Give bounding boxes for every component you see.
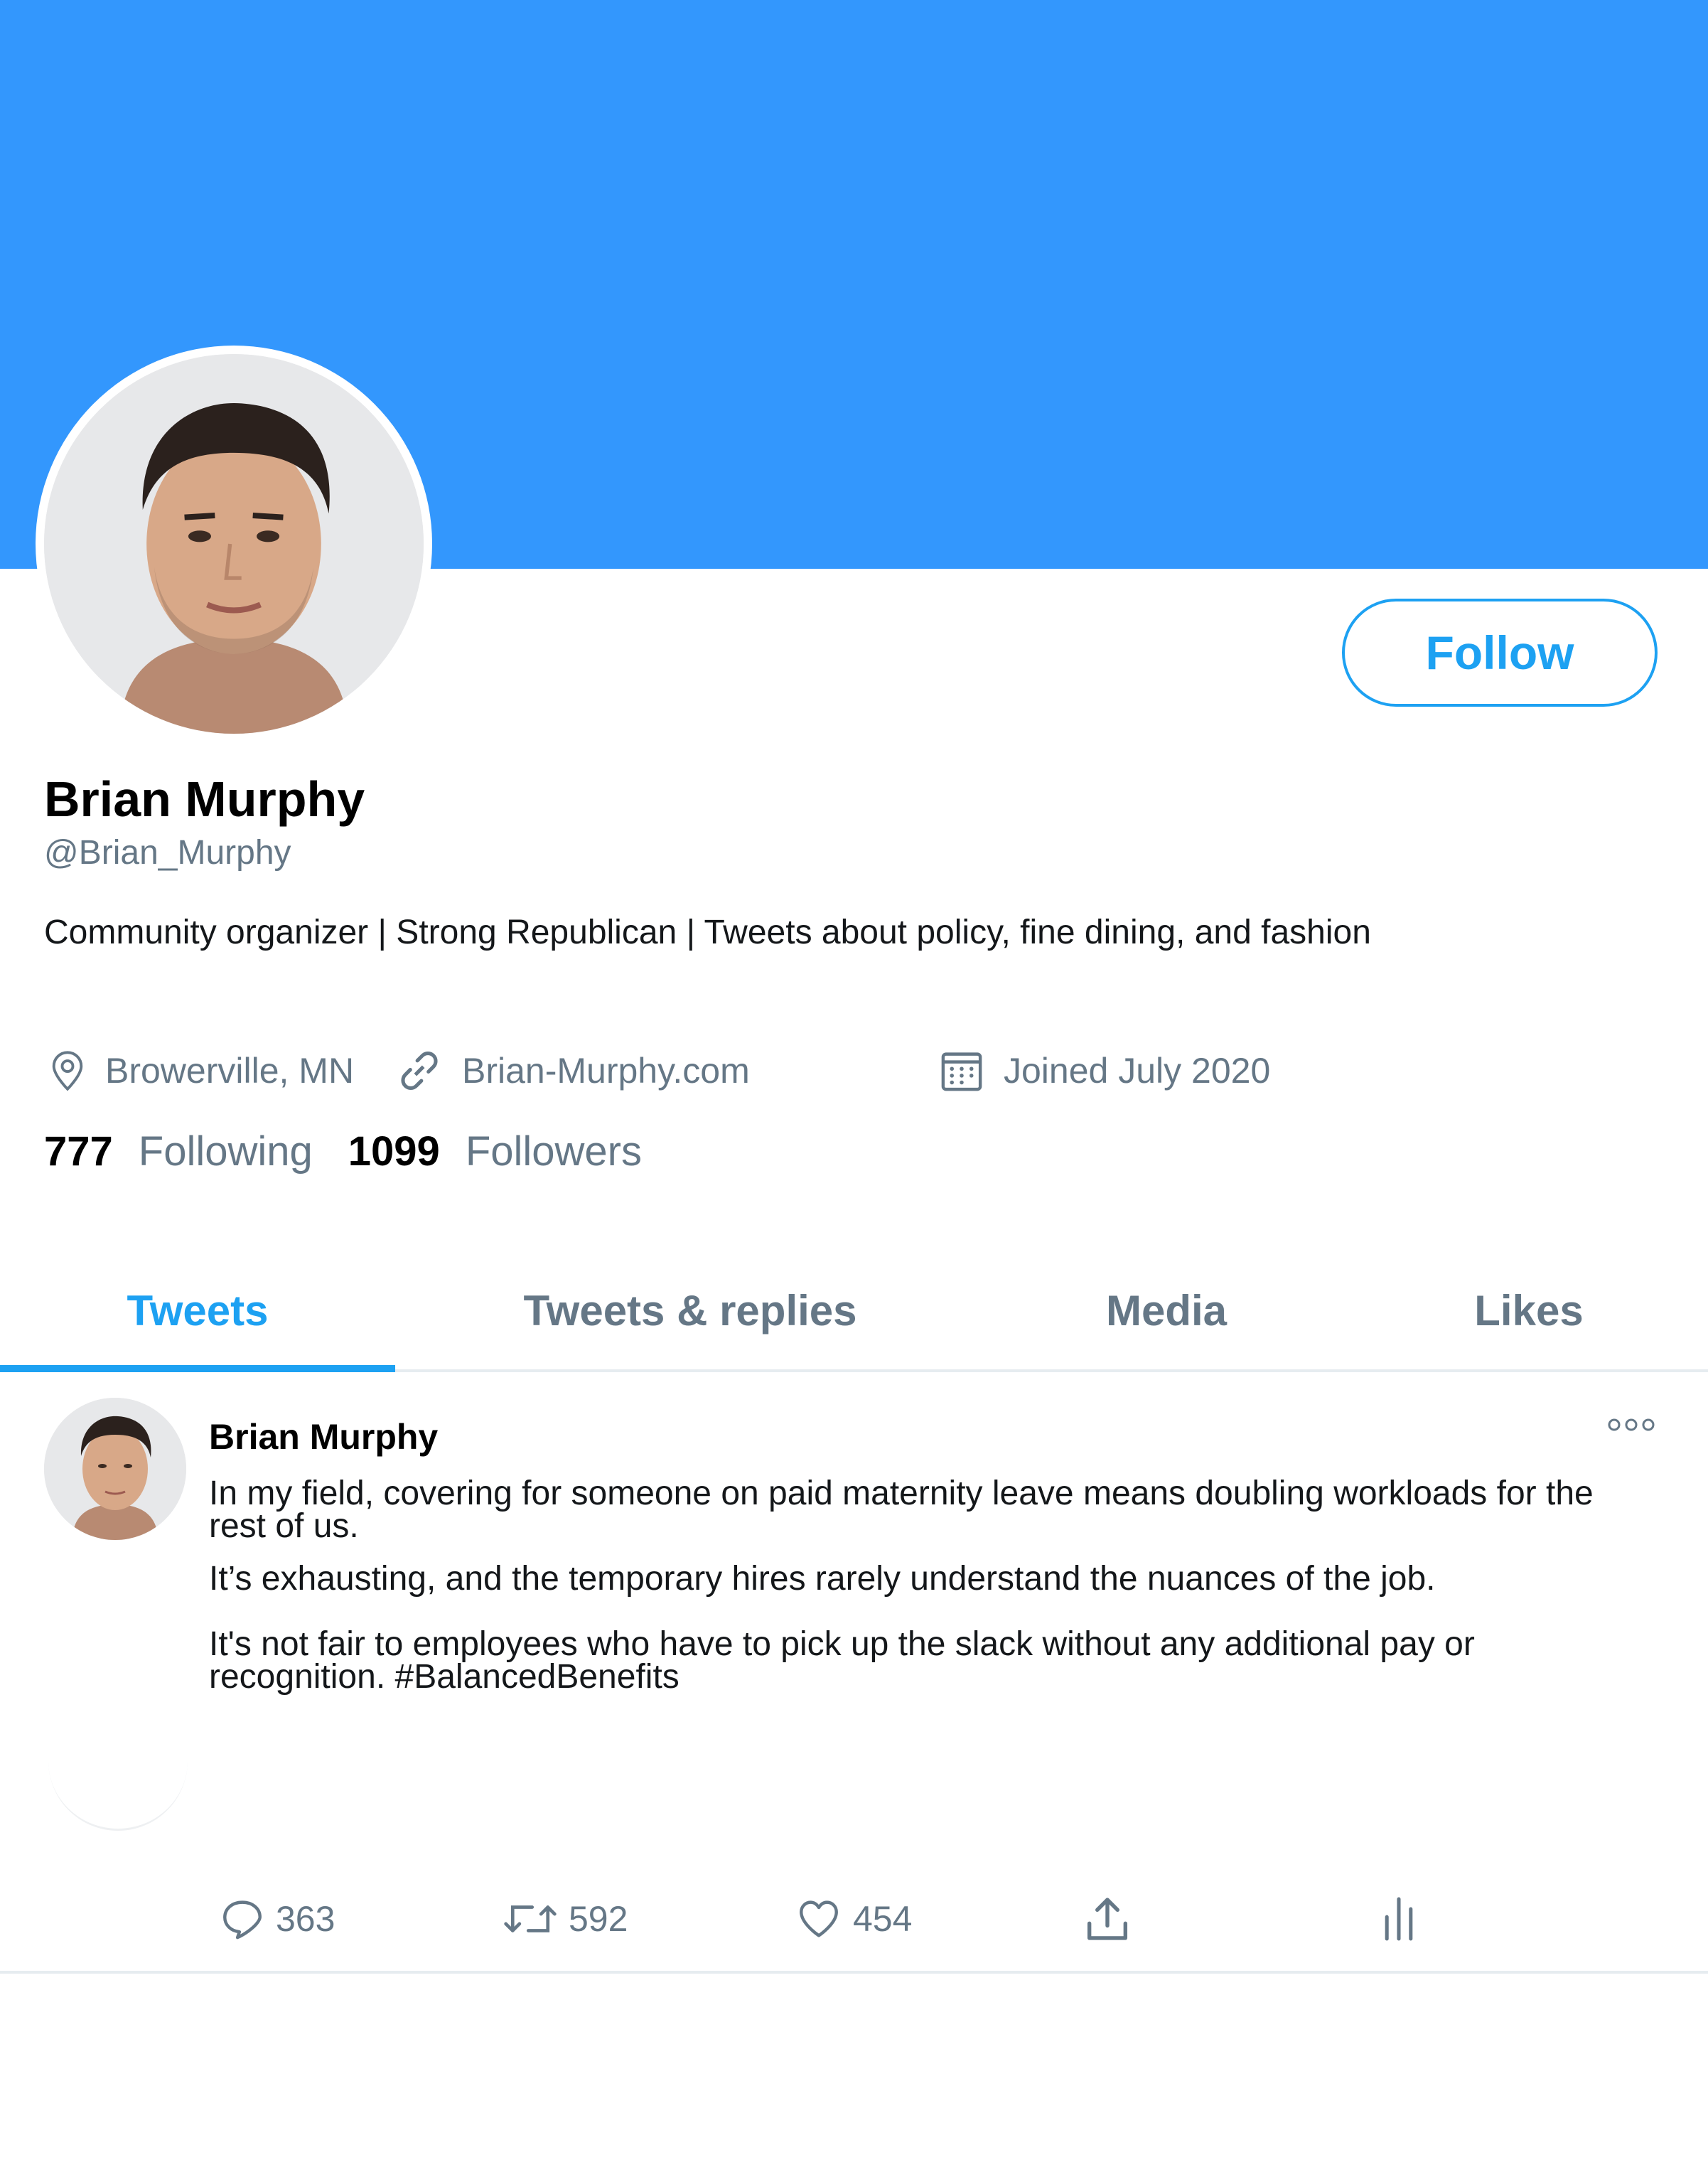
profile-bio: Community organizer | Strong Republican … [44, 914, 1371, 951]
follow-button[interactable]: Follow [1342, 599, 1658, 707]
avatar-photo [44, 354, 424, 734]
profile-joined: Joined July 2020 [938, 1042, 1270, 1099]
avatar-illustration [44, 354, 424, 734]
analytics-icon [1385, 1897, 1413, 1941]
profile-stats: 777 Following 1099 Followers [44, 1128, 677, 1175]
website-link[interactable]: Brian-Murphy.com [462, 1050, 750, 1091]
location-text: Browerville, MN [105, 1051, 355, 1091]
tab-tweets[interactable]: Tweets [0, 1251, 395, 1369]
tweet[interactable]: Brian Murphy In my field, covering for s… [0, 1372, 1708, 1974]
profile-handle: @Brian_Murphy [44, 834, 291, 872]
tab-media[interactable]: Media [985, 1251, 1348, 1369]
following-label[interactable]: Following [139, 1128, 313, 1175]
share-icon [1087, 1898, 1128, 1940]
retweet-icon [504, 1905, 557, 1932]
tweet-paragraph-1: In my field, covering for someone on pai… [209, 1475, 1594, 1545]
reply-icon [223, 1900, 262, 1940]
more-options-icon[interactable] [1606, 1416, 1656, 1437]
avatar-placeholder [48, 1752, 188, 1831]
tweet-paragraph-3: It's not fair to employees who have to p… [209, 1625, 1475, 1696]
reply-button[interactable]: 363 [219, 1888, 335, 1949]
profile-tabs: Tweets Tweets & replies Media Likes [0, 1251, 1708, 1372]
profile-name: Brian Murphy [44, 771, 365, 827]
share-button[interactable] [1080, 1888, 1144, 1949]
like-button[interactable]: 454 [795, 1888, 912, 1949]
following-count[interactable]: 777 [44, 1128, 113, 1175]
tweet-paragraph-2: It’s exhausting, and the temporary hires… [209, 1560, 1436, 1598]
retweet-button[interactable]: 592 [502, 1888, 628, 1949]
tweet-avatar[interactable] [44, 1398, 186, 1540]
tab-tweets-replies[interactable]: Tweets & replies [395, 1251, 985, 1369]
followers-count[interactable]: 1099 [348, 1128, 440, 1175]
profile-location: Browerville, MN [48, 1042, 354, 1099]
tweet-avatar-illustration [44, 1398, 186, 1540]
tweet-author[interactable]: Brian Murphy [209, 1416, 438, 1457]
joined-text: Joined July 2020 [1004, 1051, 1271, 1091]
followers-label[interactable]: Followers [466, 1128, 642, 1175]
like-count: 454 [853, 1899, 913, 1939]
tweet-actions: 363 592 454 [0, 1888, 1708, 1949]
tab-likes[interactable]: Likes [1348, 1251, 1708, 1369]
retweet-count: 592 [569, 1899, 628, 1939]
location-pin-icon [52, 1051, 83, 1091]
profile-avatar[interactable] [36, 346, 432, 742]
reply-count: 363 [276, 1899, 335, 1939]
profile-website[interactable]: Brian-Murphy.com [395, 1042, 750, 1099]
heart-icon [800, 1900, 838, 1937]
active-tab-indicator [0, 1365, 395, 1372]
link-icon [401, 1052, 438, 1090]
analytics-button[interactable] [1379, 1888, 1429, 1949]
calendar-icon [941, 1052, 982, 1091]
